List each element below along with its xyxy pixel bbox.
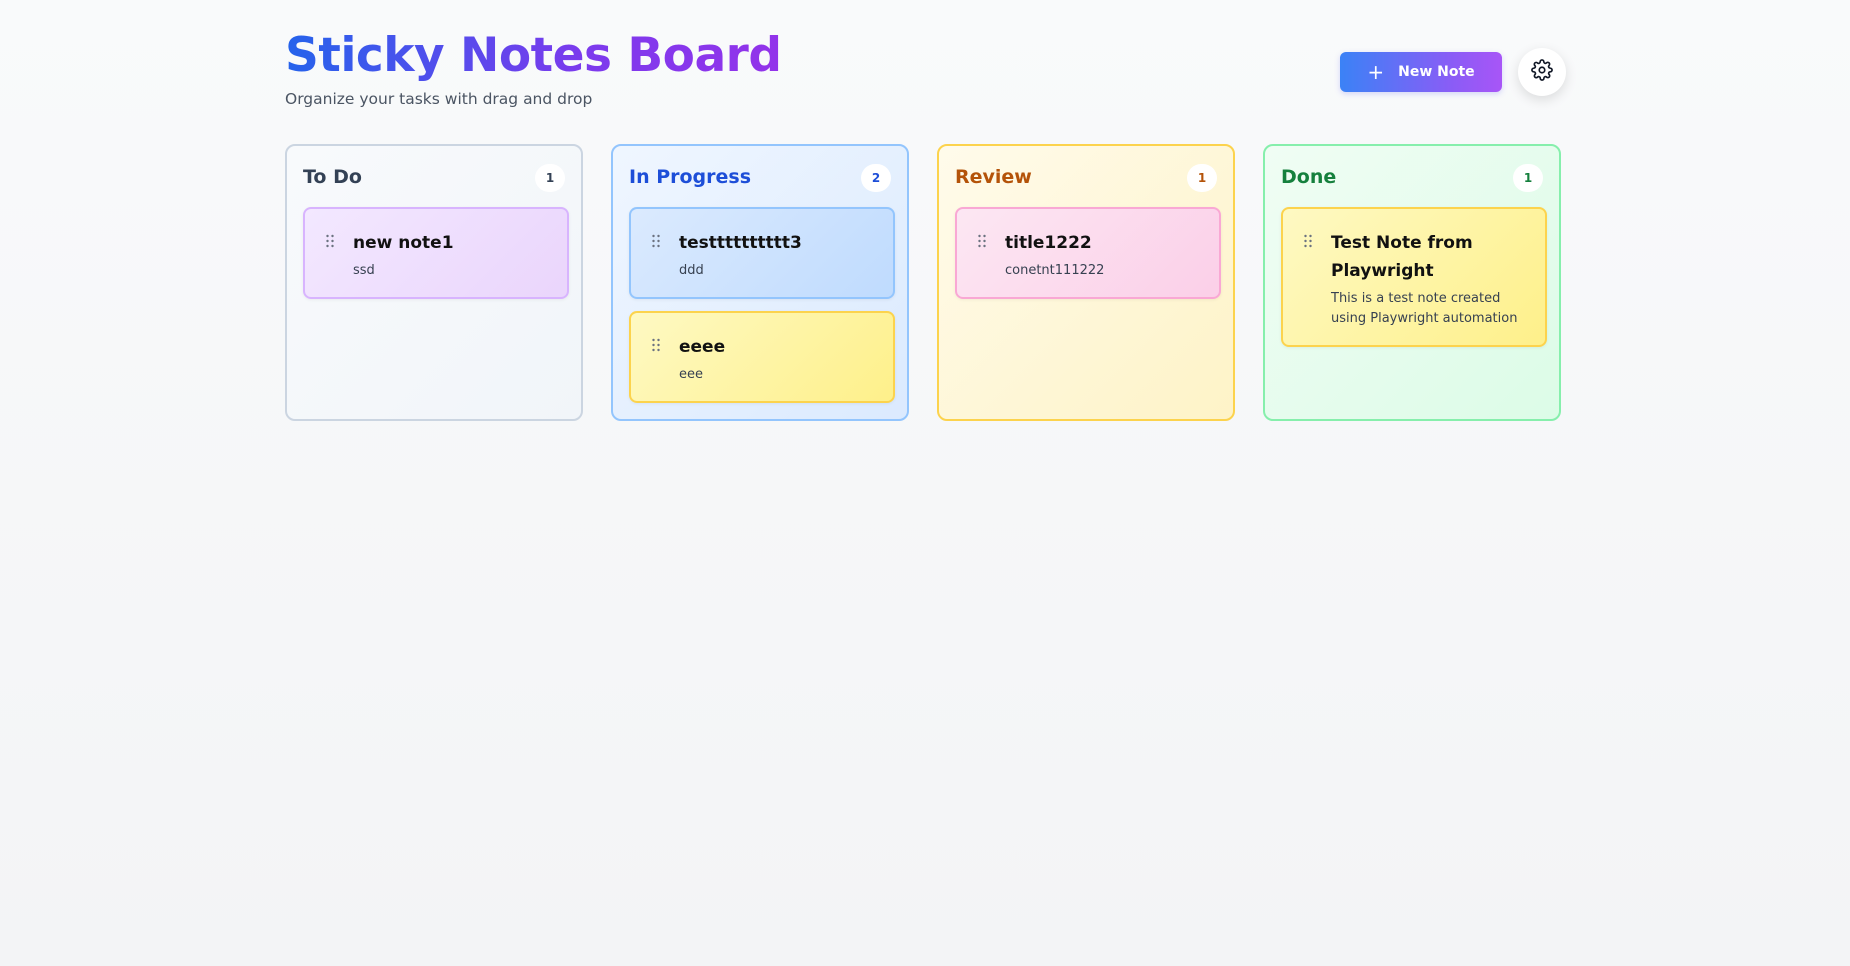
column-review[interactable]: Review 1 title1222 conetnt111222: [937, 144, 1235, 421]
column-header: In Progress 2: [629, 164, 891, 192]
drag-handle-icon[interactable]: [1303, 233, 1313, 248]
note-content: conetnt111222: [1005, 263, 1105, 278]
note-title: eeee: [679, 337, 726, 357]
column-title: Review: [955, 166, 1032, 188]
note-card[interactable]: Test Note from Playwright This is a test…: [1281, 207, 1547, 347]
note-title: testttttttttt3: [679, 233, 802, 253]
header: Sticky Notes Board Organize your tasks w…: [285, 26, 1566, 116]
count-badge: 1: [1513, 164, 1543, 192]
settings-button[interactable]: [1518, 48, 1566, 96]
count-badge: 2: [861, 164, 891, 192]
new-note-button[interactable]: + New Note: [1340, 52, 1502, 92]
note-card[interactable]: title1222 conetnt111222: [955, 207, 1221, 299]
note-card[interactable]: testttttttttt3 ddd: [629, 207, 895, 299]
drag-handle-icon[interactable]: [977, 233, 987, 248]
note-title: new note1: [353, 233, 454, 253]
note-content: ddd: [679, 263, 704, 278]
note-content: eee: [679, 367, 703, 382]
count-badge: 1: [535, 164, 565, 192]
note-content: ssd: [353, 263, 375, 278]
column-title: Done: [1281, 166, 1337, 188]
column-todo[interactable]: To Do 1 new note1 ssd: [285, 144, 583, 421]
drag-handle-icon[interactable]: [325, 233, 335, 248]
drag-handle-icon[interactable]: [651, 233, 661, 248]
plus-icon: +: [1367, 60, 1385, 84]
note-card[interactable]: eeee eee: [629, 311, 895, 403]
sticky-notes-page: Sticky Notes Board Organize your tasks w…: [0, 0, 1850, 966]
column-title: In Progress: [629, 166, 752, 188]
count-badge: 1: [1187, 164, 1217, 192]
drag-handle-icon[interactable]: [651, 337, 661, 352]
column-header: Review 1: [955, 164, 1217, 192]
column-done[interactable]: Done 1 Test Note from Playwright This is…: [1263, 144, 1561, 421]
new-note-label: New Note: [1398, 64, 1475, 80]
column-in-progress[interactable]: In Progress 2 testttttttttt3 ddd eeee ee…: [611, 144, 909, 421]
gear-icon: [1531, 59, 1553, 85]
column-title: To Do: [303, 166, 362, 188]
column-header: Done 1: [1281, 164, 1543, 192]
note-card[interactable]: new note1 ssd: [303, 207, 569, 299]
page-title: Sticky Notes Board: [285, 26, 782, 86]
kanban-board: To Do 1 new note1 ssd In Progress 2 test…: [285, 144, 1565, 424]
note-title: title1222: [1005, 233, 1092, 253]
note-content: This is a test note created using Playwr…: [1331, 291, 1518, 326]
column-header: To Do 1: [303, 164, 565, 192]
page-subtitle: Organize your tasks with drag and drop: [285, 90, 593, 108]
note-title: Test Note from Playwright: [1331, 233, 1473, 281]
